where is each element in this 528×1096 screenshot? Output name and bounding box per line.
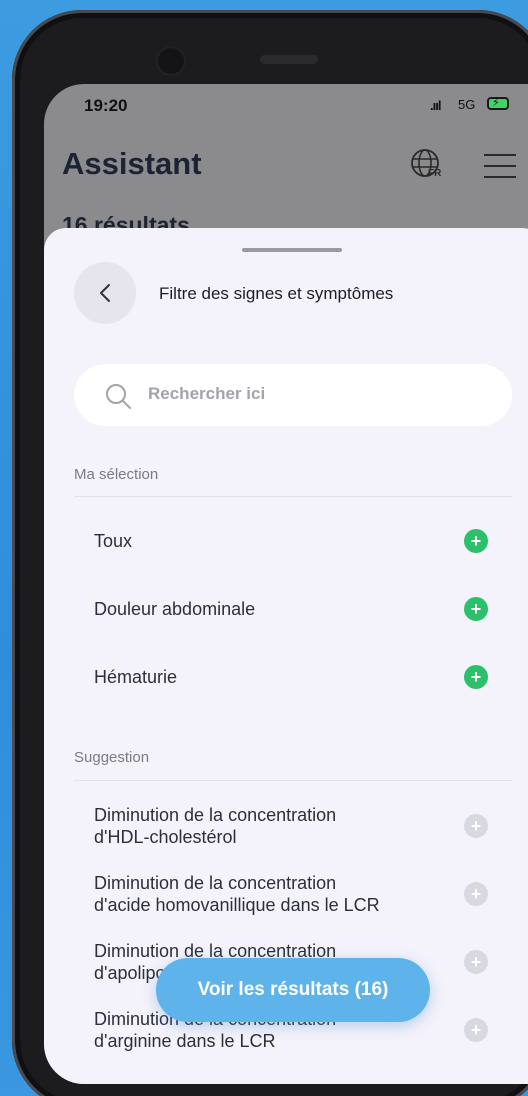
selected-add-icon[interactable]: + [464, 597, 488, 621]
sheet-title: Filtre des signes et symptômes [159, 284, 394, 303]
suggestion-section-label: Suggestion [74, 749, 150, 766]
suggestion-add-icon[interactable]: + [464, 882, 488, 906]
signal-icon: .ııl [430, 98, 441, 113]
status-time: 19:20 [84, 96, 128, 115]
suggestion-line: Diminution de la concentration [94, 805, 337, 825]
suggestion-add-icon[interactable]: + [464, 814, 488, 838]
selected-symptom: Douleur abdominale [94, 599, 256, 619]
status-bar: 19:20 .ııl 5G ⚡ [44, 84, 528, 130]
earpiece-speaker [260, 55, 318, 64]
sheet-drag-handle[interactable] [242, 248, 342, 252]
selected-add-icon[interactable]: + [464, 529, 488, 553]
search-icon [106, 384, 131, 409]
selected-symptom: Toux [94, 531, 133, 551]
hamburger-menu-icon[interactable] [484, 154, 516, 178]
battery-icon: ⚡ [487, 97, 509, 110]
suggestion-item[interactable]: Diminution de la concentration d'HDL-cho… [94, 804, 336, 848]
chevron-left-icon [100, 284, 110, 302]
search-placeholder: Rechercher ici [148, 384, 266, 403]
back-button[interactable] [74, 262, 136, 324]
selection-section-label: Ma sélection [74, 466, 159, 483]
search-input[interactable]: Rechercher ici [74, 364, 512, 426]
view-results-button[interactable]: Voir les résultats (16) [156, 958, 430, 1022]
suggestion-add-icon[interactable]: + [464, 1018, 488, 1042]
app-screen: 19:20 .ııl 5G ⚡ Assistant FR 16 résultat… [44, 84, 528, 1084]
suggestion-add-icon[interactable]: + [464, 950, 488, 974]
suggestion-item[interactable]: Diminution de la concentration d'acide h… [94, 872, 380, 916]
network-type: 5G [458, 97, 476, 112]
phone-frame: 19:20 .ııl 5G ⚡ Assistant FR 16 résultat… [12, 10, 528, 1096]
suggestion-line: d'arginine dans le LCR [94, 1031, 276, 1051]
selected-add-icon[interactable]: + [464, 665, 488, 689]
suggestion-line: Diminution de la concentration [94, 873, 337, 893]
selected-symptom: Hématurie [94, 667, 178, 687]
filter-bottom-sheet: Filtre des signes et symptômes Recherche… [44, 228, 528, 1084]
front-camera [158, 48, 184, 74]
selection-divider [74, 496, 512, 497]
suggestion-line: d'HDL-cholestérol [94, 827, 237, 847]
language-code: FR [428, 168, 442, 179]
page-title: Assistant [62, 146, 202, 181]
suggestion-divider [74, 780, 512, 781]
suggestion-line: d'acide homovanillique dans le LCR [94, 895, 380, 915]
